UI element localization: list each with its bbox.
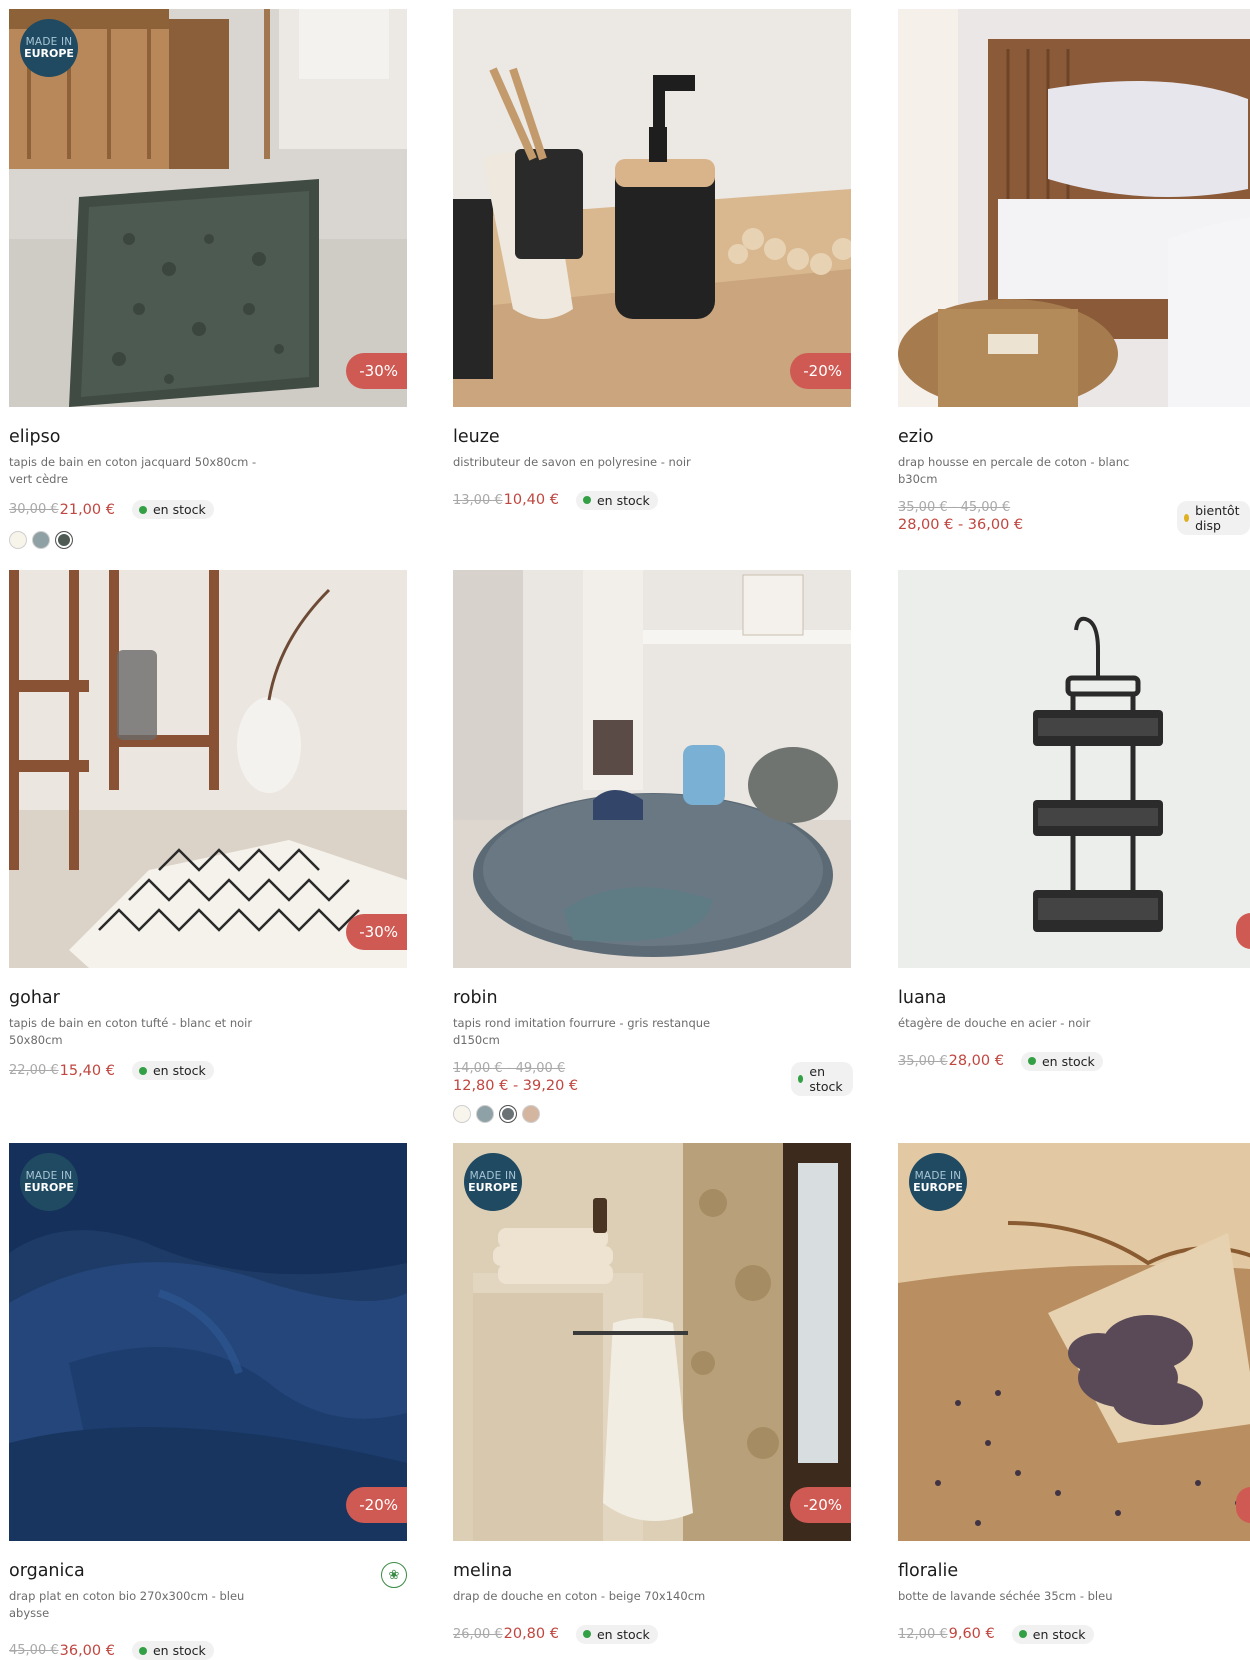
old-price: 45,00 € (9, 1643, 59, 1658)
product-photo (453, 570, 851, 968)
product-photo (9, 570, 407, 968)
color-swatches (9, 531, 407, 549)
stock-badge: bientôt disp (1177, 501, 1250, 535)
color-swatches (453, 1105, 851, 1123)
product-name[interactable]: robin (453, 988, 851, 1008)
product-image[interactable] (453, 570, 851, 968)
product-name[interactable]: gohar (9, 988, 407, 1008)
product-image[interactable]: MADE IN EUROPE -30% (9, 9, 407, 407)
product-description: tapis de bain en coton jacquard 50x80cm … (9, 455, 257, 486)
product-name[interactable]: organica (9, 1561, 407, 1581)
color-swatch[interactable] (522, 1105, 540, 1123)
product-card[interactable]: MADE IN EUROPE -20% melina drap de douch… (453, 1143, 851, 1644)
price-row: 14,00 € - 49,00 € 12,80 € - 39,20 € en s… (453, 1061, 854, 1097)
price-row: 35,00 € - 45,00 € 28,00 € - 36,00 € bien… (898, 500, 1250, 536)
discount-badge: -20% (790, 353, 851, 389)
product-card[interactable]: -30% gohar tapis de bain en coton tufté … (9, 570, 407, 1080)
product-card[interactable]: MADE IN EUROPE -30% elipso tapis de bain… (9, 9, 407, 549)
new-price: 10,40 € (503, 492, 559, 508)
new-price: 15,40 € (59, 1062, 115, 1079)
organic-label-icon: ❀ (381, 1562, 407, 1588)
color-swatch[interactable] (32, 531, 50, 549)
product-card[interactable]: MADE IN EUROPE floralie botte de lavande… (898, 1143, 1250, 1644)
product-name[interactable]: leuze (453, 427, 851, 447)
discount-badge: -20% (790, 1487, 851, 1523)
product-name[interactable]: ezio (898, 427, 1250, 447)
product-image[interactable]: MADE IN EUROPE -20% (9, 1143, 407, 1541)
product-photo (898, 570, 1250, 968)
stock-dot-icon (138, 1066, 147, 1075)
stock-badge: en stock (791, 1062, 854, 1096)
product-name[interactable]: floralie (898, 1561, 1250, 1581)
product-image[interactable]: -20% (453, 9, 851, 407)
price-row: 13,00 € 10,40 € en stock (453, 490, 851, 510)
new-price: 20,80 € (503, 1626, 559, 1642)
old-price: 30,00 € (9, 502, 59, 517)
color-swatch-selected[interactable] (55, 531, 73, 549)
product-description: tapis rond imitation fourrure - gris res… (453, 1016, 711, 1047)
color-swatch[interactable] (476, 1105, 494, 1123)
stock-badge: en stock (575, 1624, 658, 1644)
price-row: 45,00 € 36,00 € en stock (9, 1641, 407, 1660)
color-swatch-selected[interactable] (499, 1105, 517, 1123)
product-card[interactable]: ezio drap housse en percale de coton - b… (898, 9, 1250, 536)
old-price: 26,00 € (453, 1626, 503, 1642)
price-row: 12,00 € 9,60 € en stock (898, 1624, 1250, 1644)
stock-badge: en stock (131, 1061, 214, 1080)
discount-badge: -30% (346, 914, 407, 950)
product-photo (898, 9, 1250, 407)
discount-badge: -30% (346, 353, 407, 389)
product-description: distributeur de savon en polyresine - no… (453, 455, 691, 469)
made-in-europe-badge: MADE IN EUROPE (909, 1153, 967, 1211)
product-description: tapis de bain en coton tufté - blanc et … (9, 1016, 253, 1047)
stock-badge: en stock (575, 490, 658, 510)
old-price: 13,00 € (453, 492, 503, 508)
product-name[interactable]: melina (453, 1561, 851, 1581)
new-price: 36,00 € (59, 1642, 115, 1659)
price-row: 35,00 € 28,00 € en stock (898, 1051, 1250, 1071)
product-description: drap de douche en coton - beige 70x140cm (453, 1589, 706, 1603)
product-description: botte de lavande séchée 35cm - bleu (898, 1589, 1113, 1603)
product-card[interactable]: luana étagère de douche en acier - noir … (898, 570, 1250, 1071)
product-image[interactable]: MADE IN EUROPE -20% (453, 1143, 851, 1541)
stock-dot-icon (138, 505, 147, 514)
price-row: 26,00 € 20,80 € en stock (453, 1624, 851, 1644)
made-in-europe-badge: MADE IN EUROPE (20, 19, 78, 77)
stock-badge: en stock (1011, 1624, 1094, 1644)
made-in-europe-badge: MADE IN EUROPE (20, 1153, 78, 1211)
product-image[interactable] (898, 570, 1250, 968)
product-card[interactable]: MADE IN EUROPE -20% ❀ organica drap plat… (9, 1143, 407, 1660)
product-card[interactable]: robin tapis rond imitation fourrure - gr… (453, 570, 854, 1123)
old-price: 22,00 € (9, 1063, 59, 1078)
made-in-europe-badge: MADE IN EUROPE (464, 1153, 522, 1211)
stock-badge: en stock (1020, 1051, 1103, 1071)
stock-dot-icon (798, 1075, 804, 1083)
product-card[interactable]: -20% leuze distributeur de savon en poly… (453, 9, 851, 510)
stock-dot-icon (582, 496, 591, 504)
product-image[interactable] (898, 9, 1250, 407)
product-description: drap plat en coton bio 270x300cm - bleu … (9, 1589, 245, 1620)
product-photo (453, 9, 851, 407)
product-name[interactable]: elipso (9, 427, 407, 447)
discount-badge: -20% (346, 1487, 407, 1523)
product-image[interactable]: -30% (9, 570, 407, 968)
new-price: 21,00 € (59, 501, 115, 518)
price-row: 22,00 € 15,40 € en stock (9, 1061, 407, 1080)
old-price: 12,00 € (898, 1626, 948, 1642)
product-description: drap housse en percale de coton - blanc … (898, 455, 1130, 486)
color-swatch[interactable] (9, 531, 27, 549)
old-price: 35,00 € (898, 1053, 948, 1069)
color-swatch[interactable] (453, 1105, 471, 1123)
product-name[interactable]: luana (898, 988, 1250, 1008)
product-image[interactable]: MADE IN EUROPE (898, 1143, 1250, 1541)
new-price: 9,60 € (948, 1626, 995, 1642)
stock-badge: en stock (131, 1641, 214, 1660)
stock-dot-icon (138, 1646, 147, 1655)
new-price: 28,00 € (948, 1053, 1004, 1069)
stock-dot-icon (1027, 1057, 1036, 1065)
price-row: 30,00 € 21,00 € en stock (9, 500, 407, 519)
stock-badge: en stock (131, 500, 214, 519)
stock-dot-icon (1184, 514, 1190, 522)
product-description: étagère de douche en acier - noir (898, 1016, 1091, 1030)
